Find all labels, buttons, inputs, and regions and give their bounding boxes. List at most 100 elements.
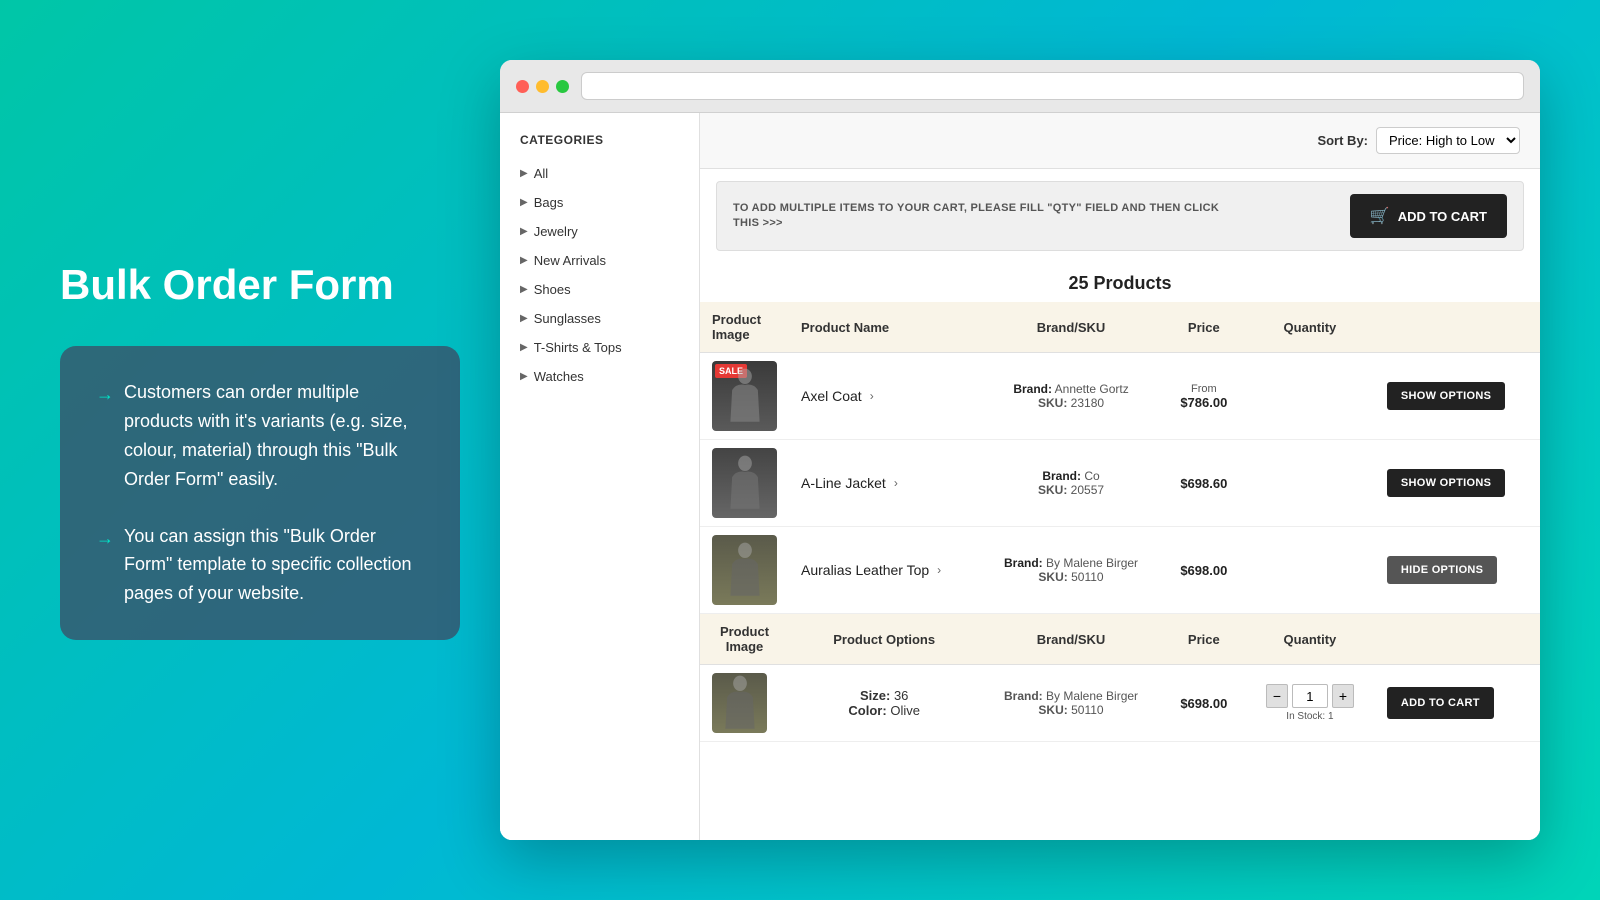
sidebar-item-tshirts[interactable]: ▶ T-Shirts & Tops	[500, 333, 699, 362]
expand-product-button[interactable]: ›	[937, 563, 941, 577]
product-name-expand: A-Line Jacket ›	[801, 475, 967, 491]
option-product-image	[712, 673, 767, 733]
chevron-icon: ▶	[520, 197, 528, 208]
sidebar-item-new-arrivals[interactable]: ▶ New Arrivals	[500, 246, 699, 275]
product-figure	[720, 540, 770, 600]
price-cell: $698.60	[1163, 440, 1245, 527]
product-image	[712, 448, 777, 518]
col-header-image: Product Image	[700, 302, 789, 353]
sidebar-item-jewelry[interactable]: ▶ Jewelry	[500, 217, 699, 246]
chevron-icon: ▶	[520, 342, 528, 353]
chevron-icon: ▶	[520, 313, 528, 324]
address-bar[interactable]	[581, 72, 1524, 100]
brand-value: Co	[1084, 469, 1099, 483]
sku-value: 50110	[1071, 570, 1103, 584]
chevron-icon: ▶	[520, 255, 528, 266]
brand-label: Brand:	[1013, 382, 1054, 396]
product-name-cell: A-Line Jacket ›	[789, 440, 979, 527]
show-options-button[interactable]: SHOW OPTIONS	[1387, 469, 1505, 497]
brand-value: By Malene Birger	[1046, 689, 1138, 703]
qty-decrease-button[interactable]: −	[1266, 684, 1288, 708]
sidebar-item-shoes[interactable]: ▶ Shoes	[500, 275, 699, 304]
minimize-button[interactable]	[536, 80, 549, 93]
sku-label: SKU:	[1038, 703, 1071, 717]
options-col-options: Product Options	[789, 614, 979, 665]
show-options-button[interactable]: SHOW OPTIONS	[1387, 382, 1505, 410]
action-cell: SHOW OPTIONS	[1375, 440, 1540, 527]
options-col-brand: Brand/SKU	[979, 614, 1162, 665]
sidebar-item-bags[interactable]: ▶ Bags	[500, 188, 699, 217]
options-header-row: Product Image Product Options Brand/SKU …	[700, 614, 1540, 665]
sidebar-item-watches[interactable]: ▶ Watches	[500, 362, 699, 391]
cart-icon: 🛒	[1370, 206, 1390, 226]
add-to-cart-button[interactable]: ADD TO CART	[1387, 687, 1494, 719]
sku-label: SKU:	[1038, 483, 1071, 497]
options-image-cell	[700, 665, 789, 742]
product-image	[712, 535, 777, 605]
qty-cell	[1245, 353, 1375, 440]
col-header-name: Product Name	[789, 302, 979, 353]
expand-product-button[interactable]: ›	[870, 389, 874, 403]
chevron-icon: ▶	[520, 168, 528, 179]
product-figure	[715, 673, 765, 733]
sku-label: SKU:	[1038, 396, 1071, 410]
browser-titlebar	[500, 60, 1540, 113]
brand-sku-cell: Brand: Co SKU: 20557	[979, 440, 1162, 527]
price-prefix: From	[1175, 383, 1233, 395]
qty-cell	[1245, 440, 1375, 527]
brand-sku-cell: Brand: Annette Gortz SKU: 23180	[979, 353, 1162, 440]
qty-cell	[1245, 527, 1375, 614]
price-value: $698.60	[1180, 476, 1227, 491]
bullet-2: → You can assign this "Bulk Order Form" …	[96, 522, 424, 608]
expand-product-button[interactable]: ›	[894, 476, 898, 490]
col-header-price: Price	[1163, 302, 1245, 353]
qty-input[interactable]	[1292, 684, 1328, 708]
options-col-action	[1375, 614, 1540, 665]
table-row: SALE Axel Coat ›	[700, 353, 1540, 440]
sidebar: CATEGORIES ▶ All ▶ Bags ▶ Jewelry ▶ New …	[500, 113, 700, 840]
options-detail-cell: Size: 36 Color: Olive	[789, 665, 979, 742]
option-price: $698.00	[1180, 696, 1227, 711]
col-header-action	[1375, 302, 1540, 353]
cart-banner-text: TO ADD MULTIPLE ITEMS TO YOUR CART, PLEA…	[733, 201, 1233, 232]
sort-by-label: Sort By:	[1317, 133, 1368, 148]
sidebar-item-all[interactable]: ▶ All	[500, 159, 699, 188]
qty-increase-button[interactable]: +	[1332, 684, 1354, 708]
left-panel: Bulk Order Form → Customers can order mu…	[60, 260, 500, 640]
sort-select[interactable]: Price: High to Low Price: Low to High Na…	[1376, 127, 1520, 154]
options-col-image: Product Image	[700, 614, 789, 665]
options-price-cell: $698.00	[1163, 665, 1245, 742]
cart-banner: TO ADD MULTIPLE ITEMS TO YOUR CART, PLEA…	[716, 181, 1524, 251]
table-row: Auralias Leather Top › Brand: By Malene …	[700, 527, 1540, 614]
options-detail-row: Size: 36 Color: Olive Brand: By Malene B…	[700, 665, 1540, 742]
price-cell: From $786.00	[1163, 353, 1245, 440]
product-name-cell: Axel Coat ›	[789, 353, 979, 440]
browser-window: CATEGORIES ▶ All ▶ Bags ▶ Jewelry ▶ New …	[500, 60, 1540, 840]
product-name-cell: Auralias Leather Top ›	[789, 527, 979, 614]
options-brand-sku-cell: Brand: By Malene Birger SKU: 50110	[979, 665, 1162, 742]
sidebar-item-sunglasses[interactable]: ▶ Sunglasses	[500, 304, 699, 333]
products-table: Product Image Product Name Brand/SKU Pri…	[700, 302, 1540, 742]
product-name-expand: Axel Coat ›	[801, 388, 967, 404]
brand-label: Brand:	[1042, 469, 1084, 483]
close-button[interactable]	[516, 80, 529, 93]
product-figure	[720, 453, 770, 513]
brand-sku-cell: Brand: By Malene Birger SKU: 50110	[979, 527, 1162, 614]
brand-value: By Malene Birger	[1046, 556, 1138, 570]
options-col-price: Price	[1163, 614, 1245, 665]
brand-label: Brand:	[1004, 556, 1046, 570]
browser-content: CATEGORIES ▶ All ▶ Bags ▶ Jewelry ▶ New …	[500, 113, 1540, 840]
hide-options-button[interactable]: HIDE OPTIONS	[1387, 556, 1497, 584]
maximize-button[interactable]	[556, 80, 569, 93]
add-to-cart-banner-button[interactable]: 🛒 ADD TO CART	[1350, 194, 1507, 238]
price-cell: $698.00	[1163, 527, 1245, 614]
arrow-icon-2: →	[96, 524, 114, 608]
brand-value: Annette Gortz	[1055, 382, 1129, 396]
table-header-row: Product Image Product Name Brand/SKU Pri…	[700, 302, 1540, 353]
window-controls	[516, 80, 569, 93]
options-qty-cell: − + In Stock: 1	[1245, 665, 1375, 742]
chevron-icon: ▶	[520, 226, 528, 237]
sidebar-title: CATEGORIES	[500, 133, 699, 159]
sku-value: 20557	[1071, 483, 1104, 497]
table-row: A-Line Jacket › Brand: Co SKU: 20557	[700, 440, 1540, 527]
